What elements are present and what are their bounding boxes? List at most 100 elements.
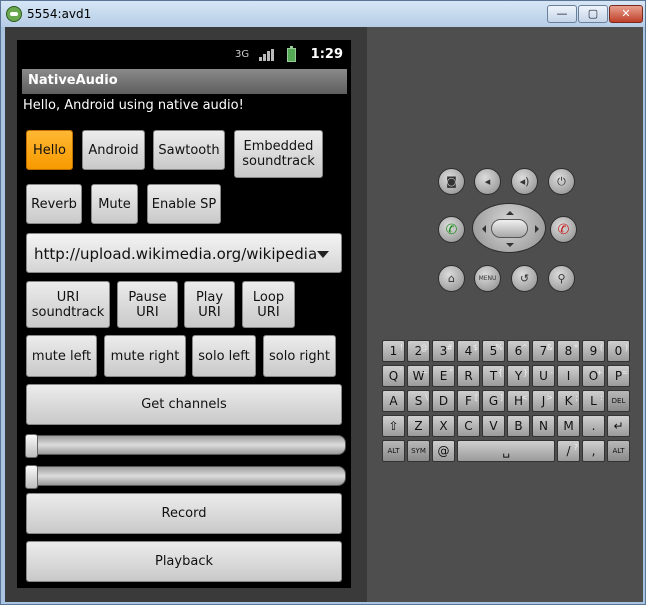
battery-charging-icon [287, 46, 296, 62]
key-c[interactable]: C [457, 415, 480, 437]
volume-up-icon[interactable]: ◂) [511, 168, 538, 195]
key-special[interactable]: SYM [407, 440, 430, 462]
uri-spinner[interactable]: http://upload.wikimedia.org/wikipedia [26, 233, 342, 273]
key-special[interactable]: DEL [607, 390, 630, 412]
key-3[interactable]: 3 # [432, 340, 455, 362]
volume-slider-1[interactable] [25, 434, 346, 458]
search-icon[interactable]: ⚲ [548, 265, 575, 292]
solo-right-button[interactable]: solo right [263, 335, 336, 377]
key-special[interactable]: ALT [607, 440, 630, 462]
dpad-down-icon[interactable] [506, 243, 514, 251]
camera-icon[interactable]: ◙ [438, 168, 465, 195]
key-r[interactable]: R [457, 365, 480, 387]
loop-uri-button[interactable]: Loop URI [242, 281, 295, 328]
key-f[interactable]: F[ [457, 390, 480, 412]
pause-uri-button[interactable]: Pause URI [117, 281, 178, 328]
key-k[interactable]: K; [557, 390, 580, 412]
key-s[interactable]: S \ [407, 390, 430, 412]
key-label: C [464, 419, 473, 433]
key-7[interactable]: 7 & [532, 340, 555, 362]
key-v[interactable]: V [482, 415, 505, 437]
play-uri-button[interactable]: Play URI [184, 281, 235, 328]
key-9[interactable]: 9( [582, 340, 605, 362]
playback-button[interactable]: Playback [26, 541, 342, 582]
key-special[interactable]: ↵ [607, 415, 630, 437]
reverb-button[interactable]: Reverb [26, 184, 82, 224]
key-alt-label: ; [575, 393, 578, 402]
slider-thumb[interactable] [25, 465, 38, 489]
key-e[interactable]: E " [432, 365, 455, 387]
maximize-button[interactable]: ▢ [578, 5, 608, 23]
key-n[interactable]: N [532, 415, 555, 437]
dpad-up-icon[interactable] [506, 207, 514, 215]
record-button[interactable]: Record [26, 493, 342, 534]
key-special[interactable]: ␣ [457, 440, 555, 462]
get-channels-button[interactable]: Get channels [26, 384, 342, 425]
status-clock: 1:29 [310, 47, 343, 62]
key-special[interactable]: , [582, 440, 605, 462]
key-1[interactable]: 1! [382, 340, 405, 362]
key-g[interactable]: G] [482, 390, 505, 412]
key-l[interactable]: L: [582, 390, 605, 412]
close-button[interactable]: ✕ [609, 5, 643, 23]
key-5[interactable]: 5% [482, 340, 505, 362]
key-8[interactable]: 8 * [557, 340, 580, 362]
volume-slider-2[interactable] [25, 465, 346, 489]
key-w[interactable]: W ~ [407, 365, 430, 387]
key-b[interactable]: B [507, 415, 530, 437]
android-button[interactable]: Android [82, 130, 145, 170]
key-2[interactable]: 2 @ [407, 340, 430, 362]
enable-sp-button[interactable]: Enable SP [147, 184, 221, 224]
dpad[interactable] [472, 203, 546, 253]
sawtooth-button[interactable]: Sawtooth [153, 130, 225, 170]
key-label: T [489, 369, 498, 383]
dpad-left-icon[interactable] [478, 225, 486, 233]
key-j[interactable]: J > [532, 390, 555, 412]
slider-thumb[interactable] [25, 434, 38, 458]
back-icon[interactable]: ↺ [511, 265, 538, 292]
call-icon[interactable]: ✆ [438, 216, 465, 243]
solo-left-button[interactable]: solo left [192, 335, 256, 377]
uri-soundtrack-button[interactable]: URI soundtrack [26, 281, 110, 328]
key-4[interactable]: 4 $ [457, 340, 480, 362]
key-special[interactable]: . [582, 415, 605, 437]
key-label: ALT [612, 447, 625, 455]
menu-button[interactable]: MENU [474, 265, 501, 292]
volume-down-icon[interactable]: ◂ [474, 168, 501, 195]
app-title-bar: NativeAudio [22, 69, 347, 94]
mute-right-button[interactable]: mute right [104, 335, 186, 377]
key-label: S [414, 394, 423, 408]
mute-left-button[interactable]: mute left [26, 335, 97, 377]
key-m[interactable]: M [557, 415, 580, 437]
key-special[interactable]: ⇧ [382, 415, 405, 437]
mute-button[interactable]: Mute [91, 184, 138, 224]
key-special[interactable]: @ [432, 440, 455, 462]
key-u[interactable]: U- [532, 365, 555, 387]
dpad-center[interactable] [491, 219, 528, 238]
key-special[interactable]: /? [557, 440, 580, 462]
embedded-soundtrack-button[interactable]: Embedded soundtrack [234, 130, 323, 178]
key-a[interactable]: A [382, 390, 405, 412]
key-h[interactable]: H < [507, 390, 530, 412]
power-icon[interactable]: ⏻ [548, 168, 575, 195]
key-label: / [566, 444, 571, 458]
key-t[interactable]: T{ [482, 365, 505, 387]
key-z[interactable]: Z [407, 415, 430, 437]
key-i[interactable]: I [557, 365, 580, 387]
key-0[interactable]: 0) [607, 340, 630, 362]
hello-button[interactable]: Hello [26, 130, 73, 170]
key-d[interactable]: D [432, 390, 455, 412]
home-icon[interactable]: ⌂ [438, 265, 465, 292]
key-q[interactable]: Q ` [382, 365, 405, 387]
key-o[interactable]: O + [582, 365, 605, 387]
end-call-icon[interactable]: ✆ [550, 216, 577, 243]
minimize-button[interactable]: — [547, 5, 577, 23]
key-label: X [439, 419, 448, 433]
dpad-right-icon[interactable] [535, 225, 543, 233]
key-x[interactable]: X [432, 415, 455, 437]
key-p[interactable]: P = [607, 365, 630, 387]
key-alt-label: ) [624, 343, 628, 352]
key-y[interactable]: Y} [507, 365, 530, 387]
key-special[interactable]: ALT [382, 440, 405, 462]
key-6[interactable]: 6 ^ [507, 340, 530, 362]
